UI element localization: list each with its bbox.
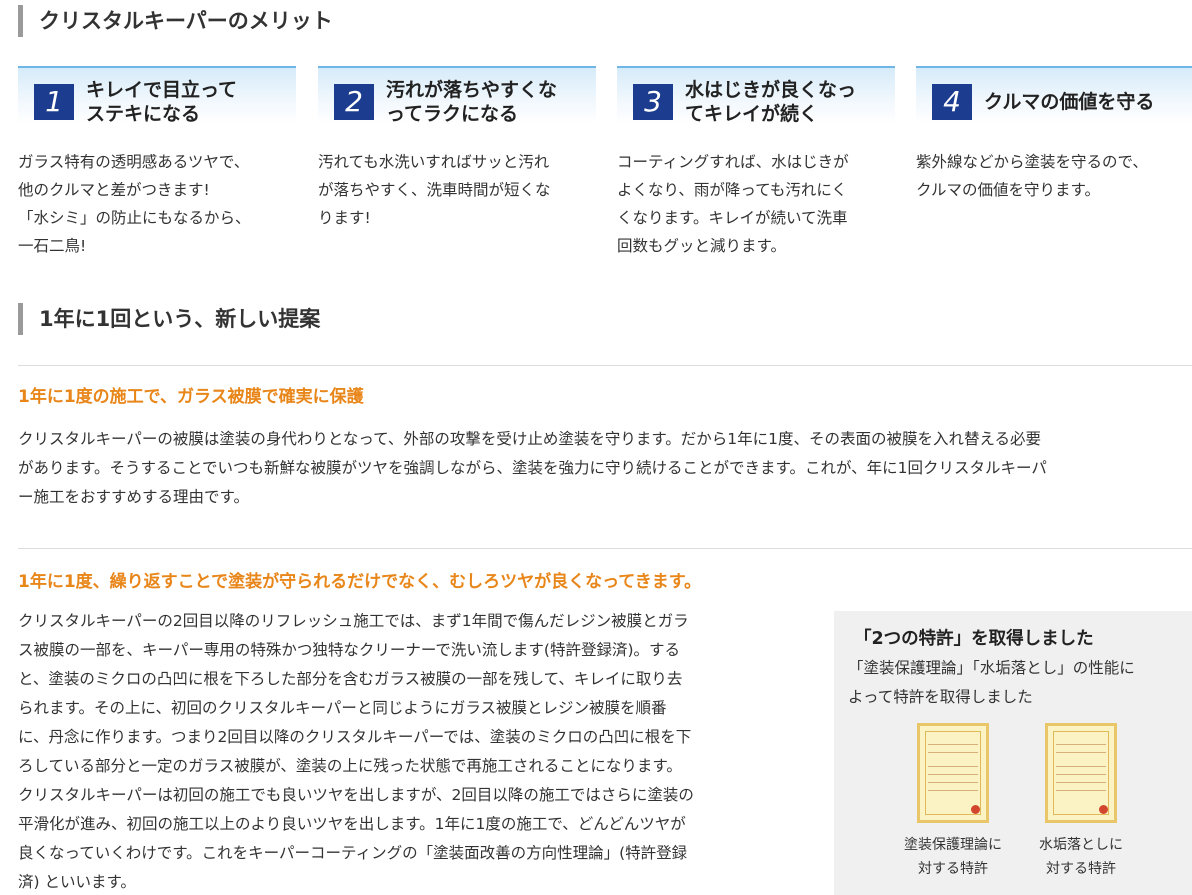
certificate-icon[interactable] [1045,723,1117,823]
certificate-icon[interactable] [917,723,989,823]
section-title-proposal: 1年に1回という、新しい提案 [18,303,320,335]
subheading-gloss: 1年に1度、繰り返すことで塗装が守られるだけでなく、むしろツヤが良くなってきます… [18,572,702,592]
merit-text-line: 「水シミ」の防止にもなるから、 [18,209,251,227]
merit-title-line: 水はじきが良くなっ [685,79,857,101]
merit-text-line: コーティングすれば、水はじきが [617,153,849,171]
merit-title: クルマの価値を守る [984,90,1190,114]
merit-card-3: 3 水はじきが良くなっ てキレイが続く コーティングすれば、水はじきが よくなり… [617,66,895,260]
paragraph-line: られます。その上に、初回のクリスタルキーパーと同じようにガラス被膜とレジン被膜を… [18,699,667,717]
paragraph-line: に、丹念に作ります。つまり2回目以降のクリスタルキーパーでは、塗装のミクロの凸凹… [18,728,692,746]
merit-text-line: よくなり、雨が降っても汚れにく [617,181,848,199]
patent-description: 「塗装保護理論」「水垢落とし」の性能に よって特許を取得しました [848,654,1188,712]
merit-text-line: 紫外線などから塗装を守るので、 [916,153,1148,171]
divider [18,365,1192,366]
merit-header: 2 汚れが落ちやすくな ってラクになる [318,66,596,126]
merit-card-2: 2 汚れが落ちやすくな ってラクになる 汚れても水洗いすればサッと汚れ が落ちや… [318,66,596,232]
divider [18,548,1192,549]
merit-description: ガラス特有の透明感あるツヤで、 他のクルマと差がつきます! 「水シミ」の防止にも… [18,148,288,260]
merit-text-line: 他のクルマと差がつきます! [18,181,210,199]
patent-caption-line: 塗装保護理論に [904,837,1002,853]
paragraph-line: クリスタルキーパーの2回目以降のリフレッシュ施工では、まず1年間で傷んだレジン被… [18,612,689,630]
merit-card-1: 1 キレイで目立って ステキになる ガラス特有の透明感あるツヤで、 他のクルマと… [18,66,296,260]
merit-number-badge: 3 [633,84,673,120]
paragraph-line: 良くなっていくわけです。これをキーパーコーティングの「塗装面改善の方向性理論」(… [18,844,688,862]
patent-caption-line: 対する特許 [918,861,988,877]
patent-box: 「2つの特許」を取得しました 「塗装保護理論」「水垢落とし」の性能に よって特許… [834,611,1192,895]
merit-title: 汚れが落ちやすくな ってラクになる [386,78,592,126]
merit-text-line: くなります。キレイが続いて洗車 [617,209,848,227]
merit-card-4: 4 クルマの価値を守る 紫外線などから塗装を守るので、 クルマの価値を守ります。 [916,66,1192,204]
merit-title-line: 汚れが落ちやすくな [386,79,558,101]
merit-text-line: 回数もグッと減ります。 [617,237,786,255]
patent-caption-2: 水垢落としに 対する特許 [1016,833,1146,881]
patent-caption-1: 塗装保護理論に 対する特許 [888,833,1018,881]
merit-title-line: ステキになる [86,103,201,125]
paragraph-line: ス被膜の一部を、キーパー専用の特殊かつ独特なクリーナーで洗い流します(特許登録済… [18,641,681,659]
merit-number-badge: 2 [334,84,374,120]
merit-title-line: クルマの価値を守る [984,91,1155,113]
merit-description: コーティングすれば、水はじきが よくなり、雨が降っても汚れにく くなります。キレ… [617,148,887,260]
merit-title: 水はじきが良くなっ てキレイが続く [685,78,891,126]
merit-title: キレイで目立って ステキになる [86,78,292,126]
subheading-protection: 1年に1度の施工で、ガラス被膜で確実に保護 [18,387,364,407]
paragraph-protection: クリスタルキーパーの被膜は塗装の身代わりとなって、外部の攻撃を受け止め塗装を守り… [18,425,1192,512]
patent-caption-line: 対する特許 [1046,861,1116,877]
merits-grid: 1 キレイで目立って ステキになる ガラス特有の透明感あるツヤで、 他のクルマと… [18,66,1192,266]
merit-title-line: キレイで目立って [86,79,238,101]
merit-header: 4 クルマの価値を守る [916,66,1192,124]
merit-text-line: 一石二鳥! [18,237,87,255]
merit-header: 1 キレイで目立って ステキになる [18,66,296,126]
paragraph-line: ろしている部分と一定のガラス被膜が、塗装の上に残った状態で再施工されることになり… [18,757,682,775]
paragraph-gloss: クリスタルキーパーの2回目以降のリフレッシュ施工では、まず1年間で傷んだレジン被… [18,607,818,895]
paragraph-line: クリスタルキーパーは初回の施工でも良いツヤを出しますが、2回目以降の施工ではさら… [18,786,694,804]
paragraph-line: と、塗装のミクロの凸凹に根を下ろした部分を含むガラス被膜の一部を残して、キレイに… [18,670,683,688]
merit-title-line: ってラクになる [386,103,519,125]
paragraph-line: 平滑化が進み、初回の施工以上のより良いツヤを出します。1年に1度の施工で、どんど… [18,815,686,833]
patent-description-line: よって特許を取得しました [848,688,1033,706]
merit-text-line: クルマの価値を守ります。 [916,181,1100,199]
merit-text-line: が落ちやすく、洗車時間が短くな [318,181,551,199]
merit-title-line: てキレイが続く [685,103,819,125]
merit-description: 紫外線などから塗装を守るので、 クルマの価値を守ります。 [916,148,1186,204]
merit-text-line: 汚れても水洗いすればサッと汚れ [318,153,550,171]
section-title-merits: クリスタルキーパーのメリット [18,5,333,37]
paragraph-line: ー施工をおすすめする理由です。 [18,488,249,506]
merit-header: 3 水はじきが良くなっ てキレイが続く [617,66,895,126]
paragraph-line: 済) といいます。 [18,873,136,891]
merit-description: 汚れても水洗いすればサッと汚れ が落ちやすく、洗車時間が短くな ります! [318,148,588,232]
merit-text-line: ガラス特有の透明感あるツヤで、 [18,153,250,171]
patent-caption-line: 水垢落としに [1039,837,1123,853]
paragraph-line: があります。そうすることでいつも新鮮な被膜がツヤを強調しながら、塗装を強力に守り… [18,459,1047,477]
merit-text-line: ります! [318,209,371,227]
paragraph-line: クリスタルキーパーの被膜は塗装の身代わりとなって、外部の攻撃を受け止め塗装を守り… [18,430,1042,448]
patent-description-line: 「塗装保護理論」「水垢落とし」の性能に [848,659,1135,677]
merit-number-badge: 4 [932,84,972,120]
merit-number-badge: 1 [34,84,74,120]
patent-title: 「2つの特許」を取得しました [854,629,1094,649]
